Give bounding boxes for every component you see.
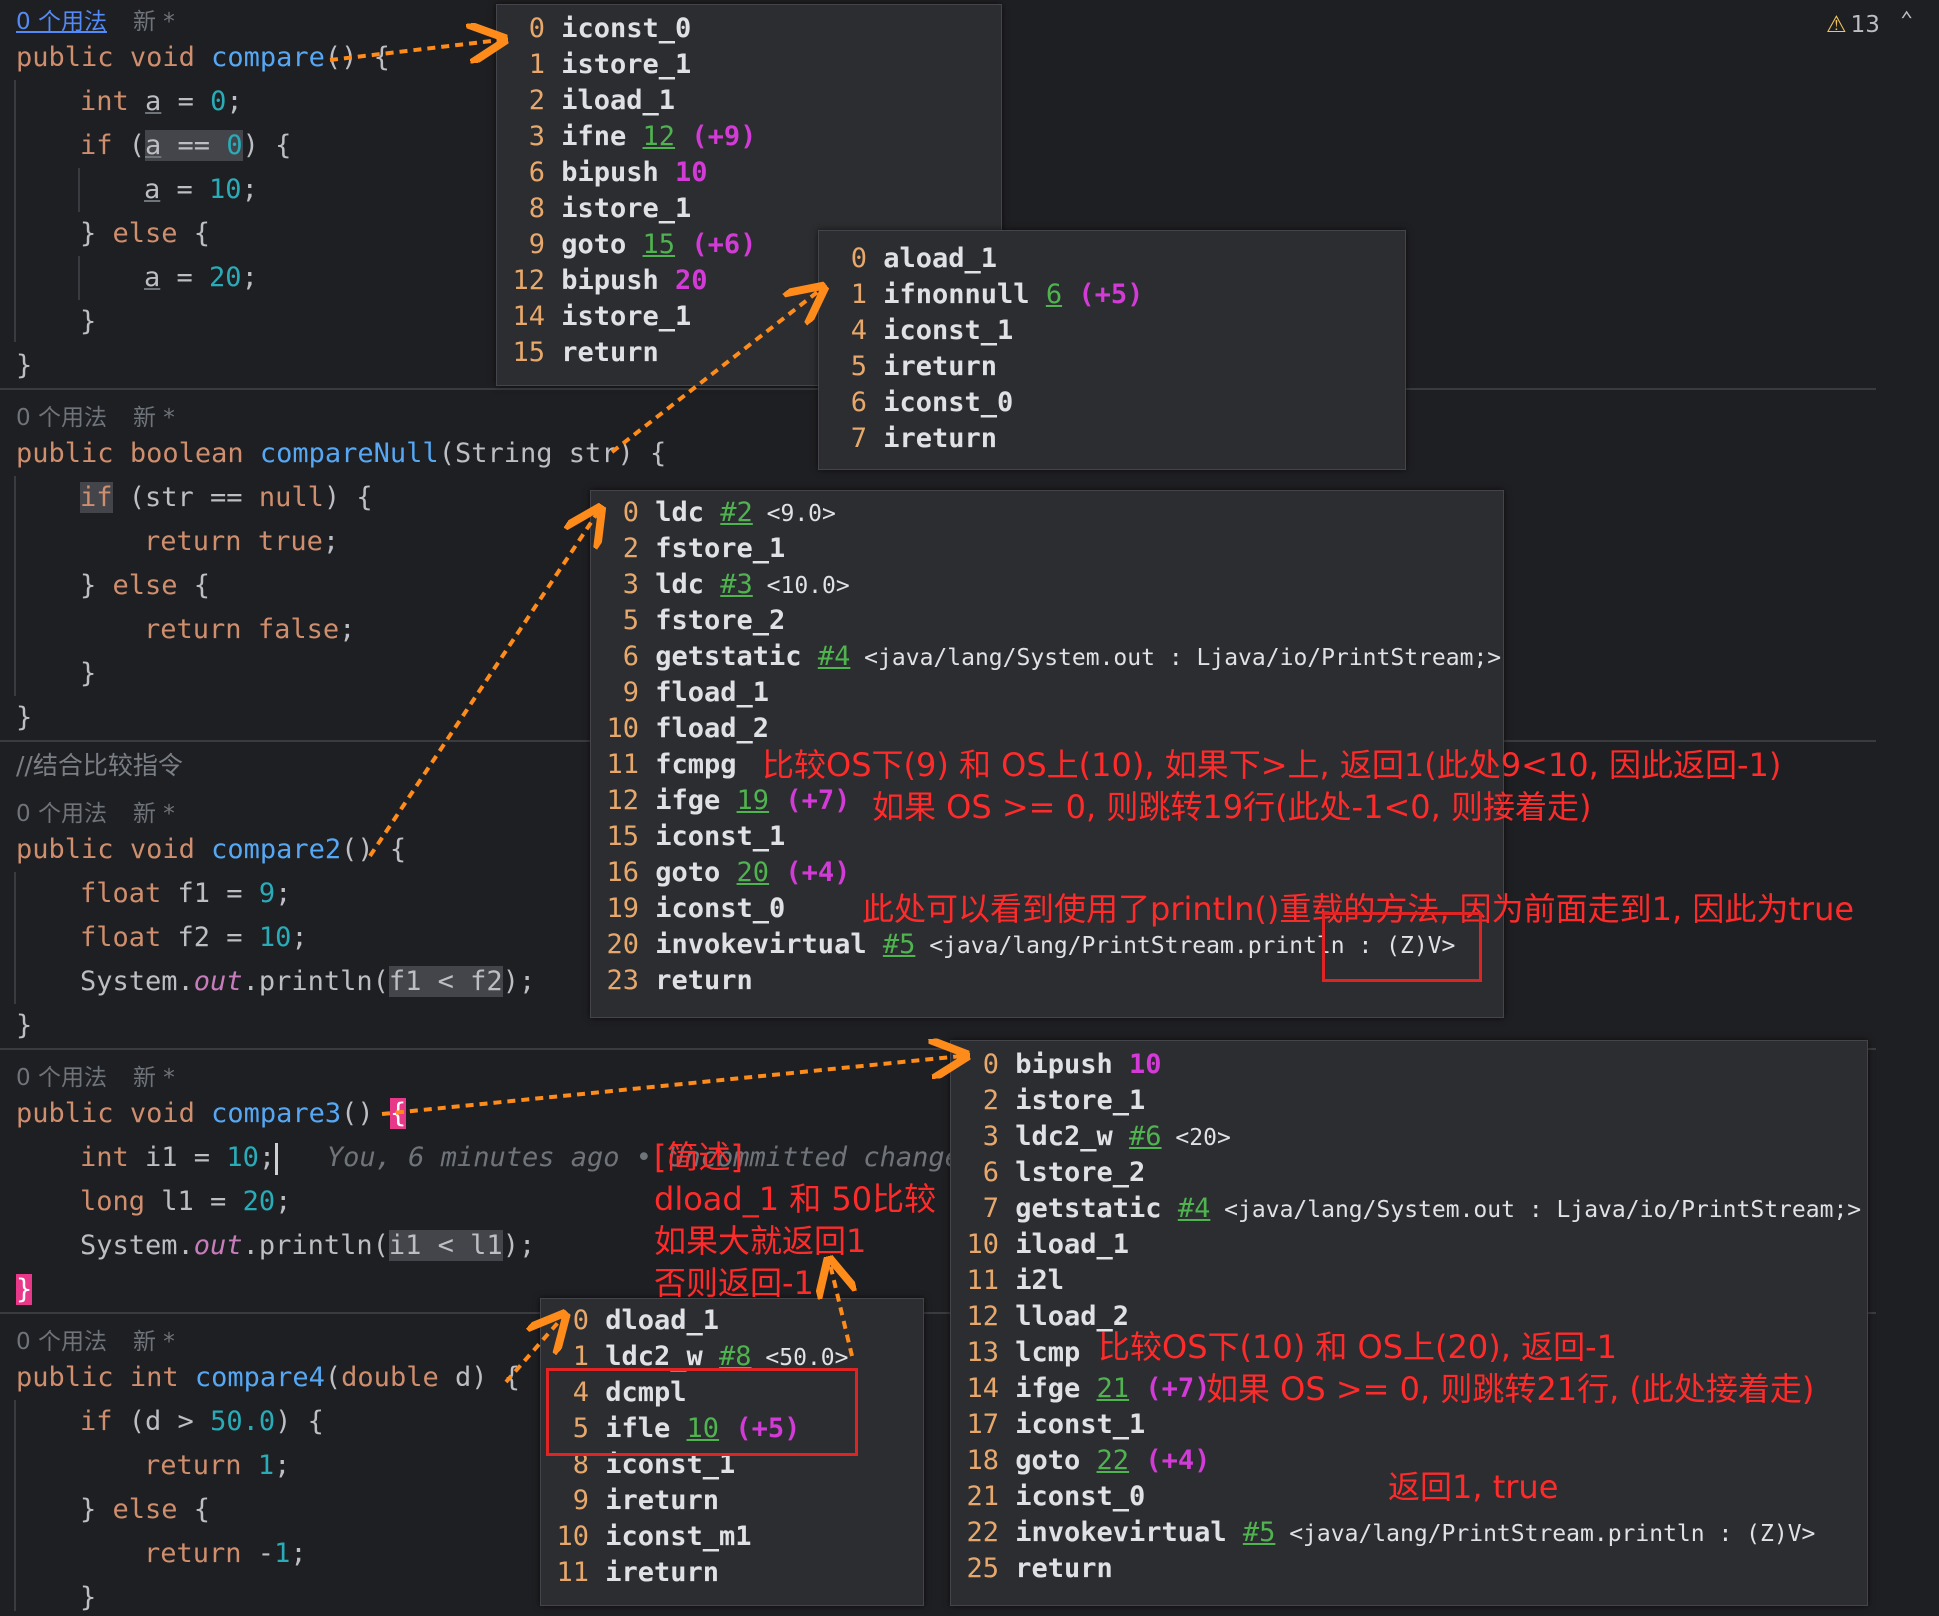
arrow: [610, 290, 820, 454]
arrow: [368, 512, 598, 858]
arrow: [830, 1264, 852, 1357]
arrow: [504, 1318, 562, 1384]
arrow-overlay: [329, 0, 1939, 1384]
arrow: [381, 1056, 962, 1116]
arrow: [329, 40, 500, 60]
